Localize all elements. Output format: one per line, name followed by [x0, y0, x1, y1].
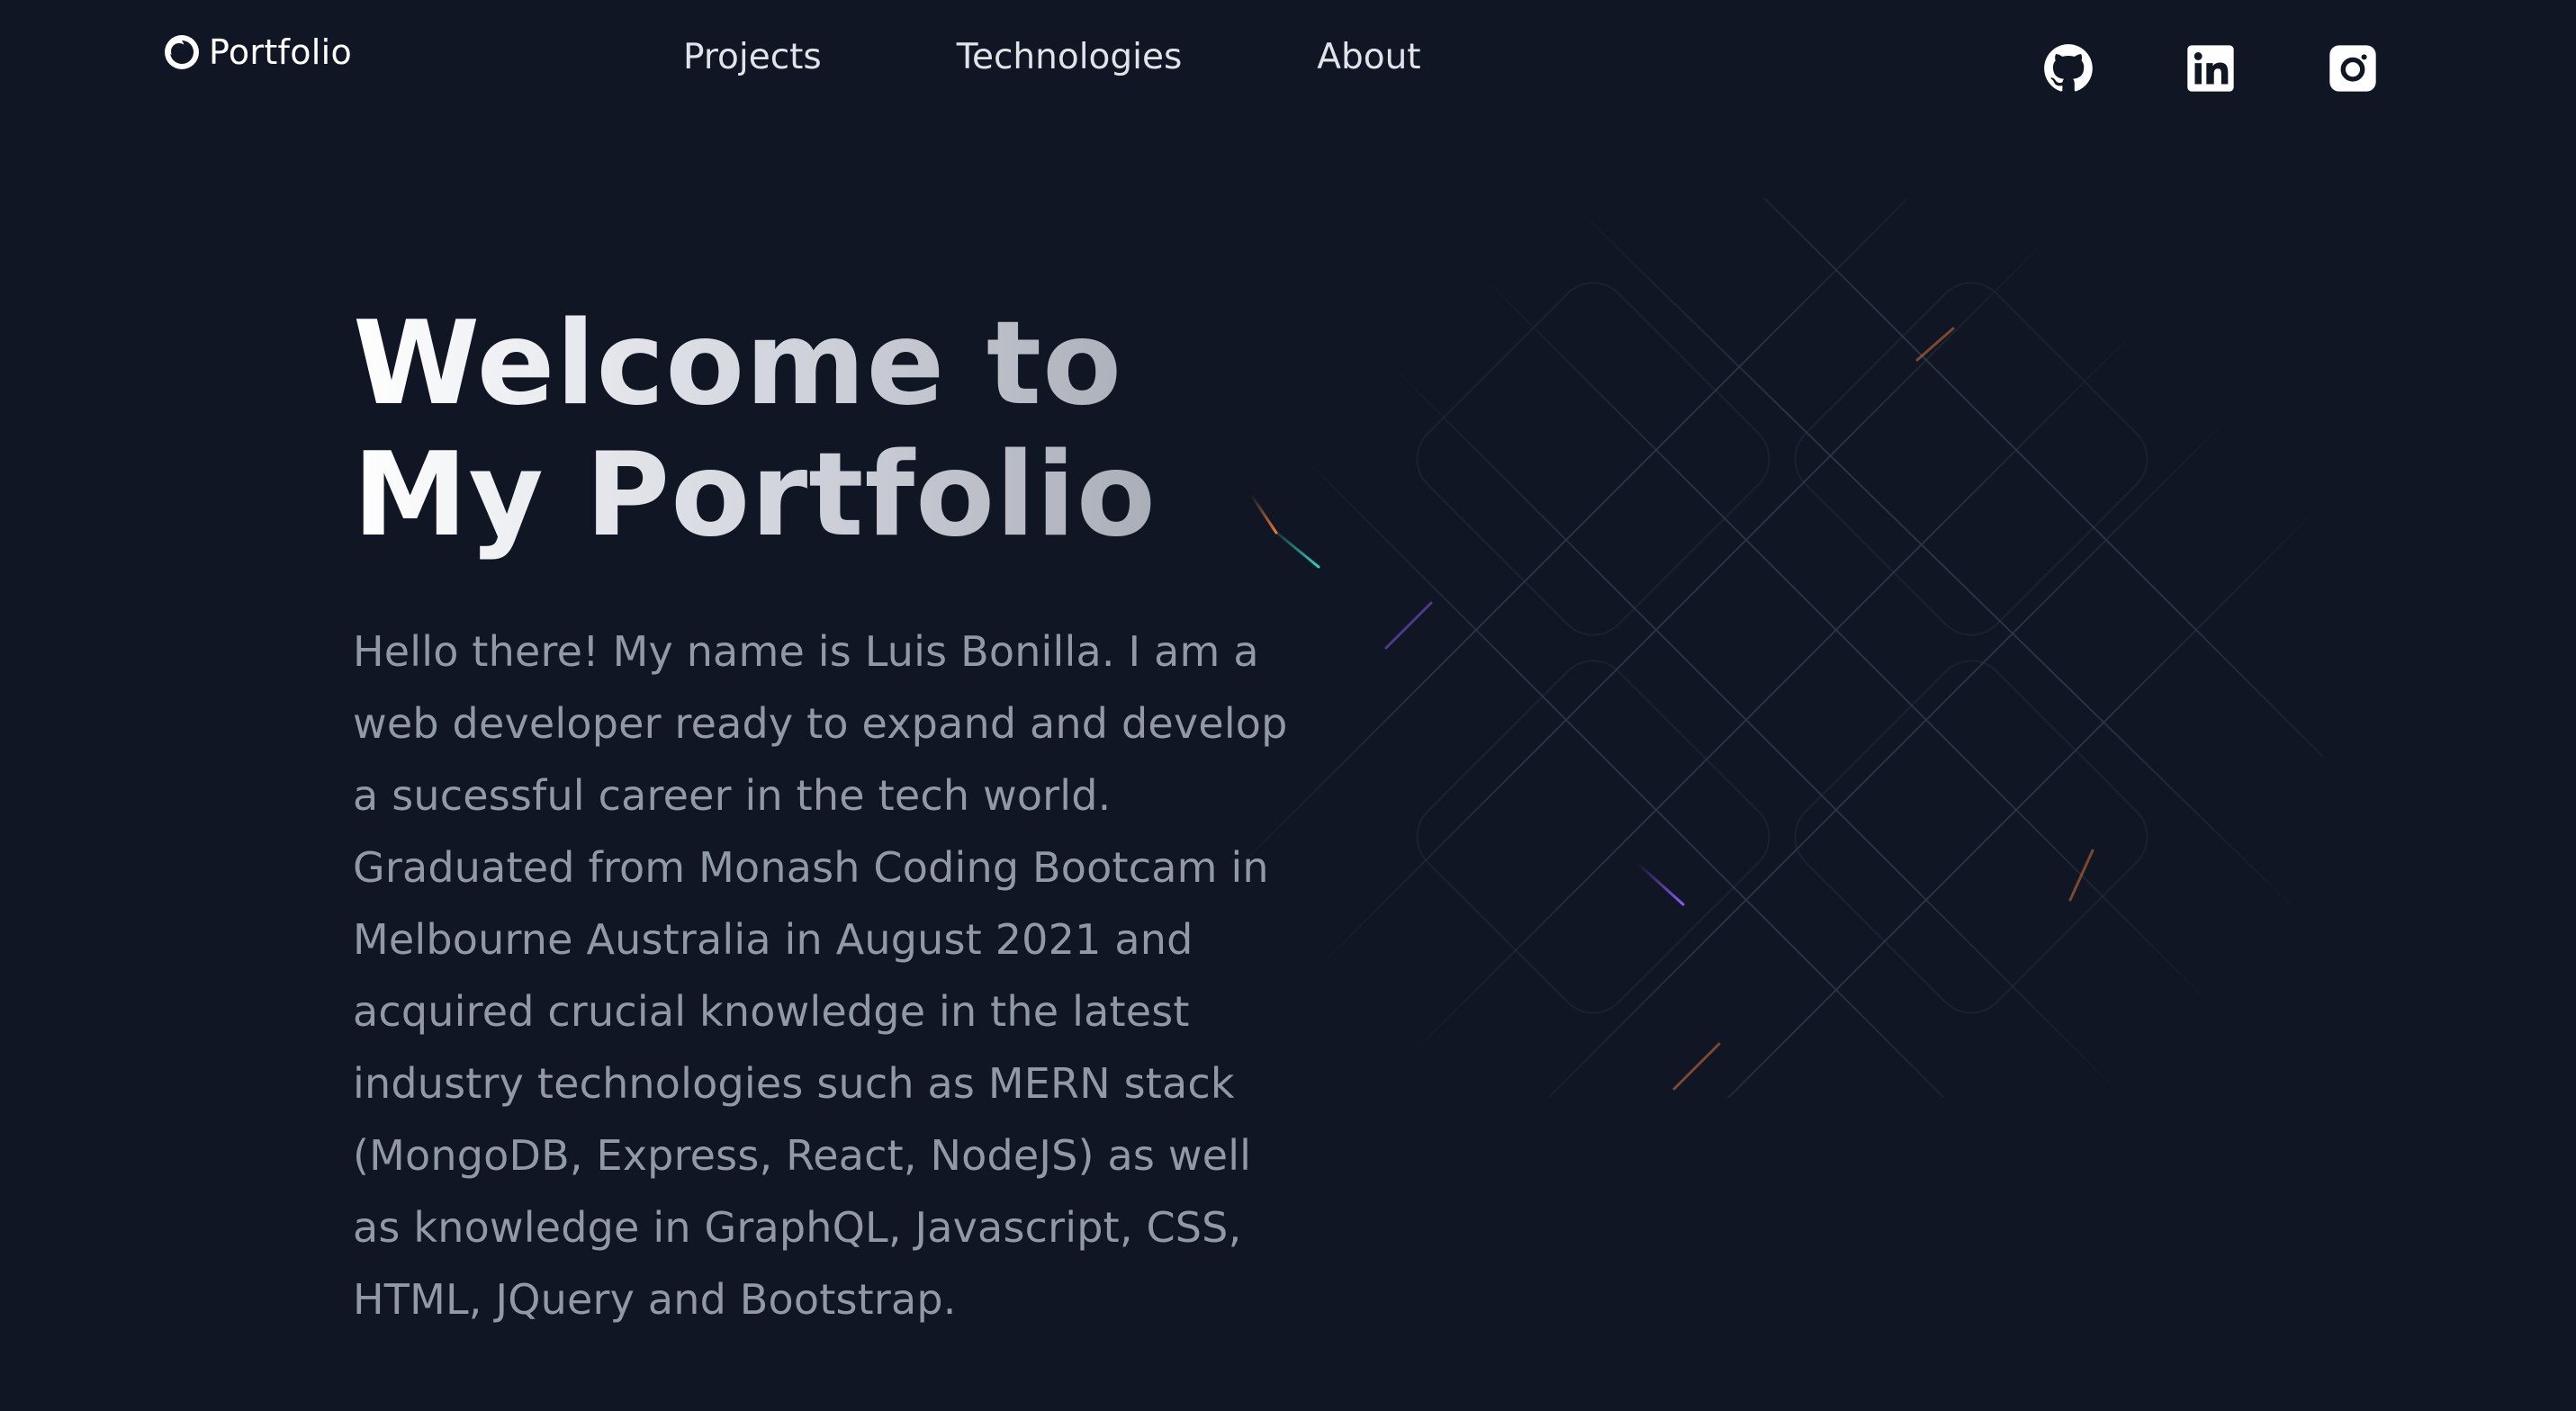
- logo-text: Portfolio: [209, 32, 353, 72]
- social-links: [2043, 43, 2385, 97]
- nav-projects[interactable]: Projects: [683, 34, 822, 81]
- hero-bio: Hello there! My name is Luis Bonilla. I …: [353, 627, 1288, 1324]
- logo-icon: [162, 32, 202, 72]
- nav-technologies[interactable]: Technologies: [957, 34, 1183, 81]
- github-icon[interactable]: [2043, 43, 2094, 94]
- hero-background-graphic: [1242, 198, 2322, 1098]
- hero-title-line-1: Welcome to: [353, 297, 1122, 431]
- logo-link[interactable]: Portfolio: [162, 32, 352, 72]
- instagram-icon[interactable]: [2328, 43, 2378, 94]
- site-header: Portfolio Projects Technologies About: [0, 0, 2576, 126]
- hero-title-line-2: My Portfolio: [353, 428, 1157, 562]
- main-nav: Projects Technologies About: [683, 34, 1421, 81]
- nav-about[interactable]: About: [1317, 34, 1420, 81]
- hero-title: Welcome to My Portfolio: [353, 299, 1163, 562]
- linkedin-icon[interactable]: [2185, 43, 2236, 94]
